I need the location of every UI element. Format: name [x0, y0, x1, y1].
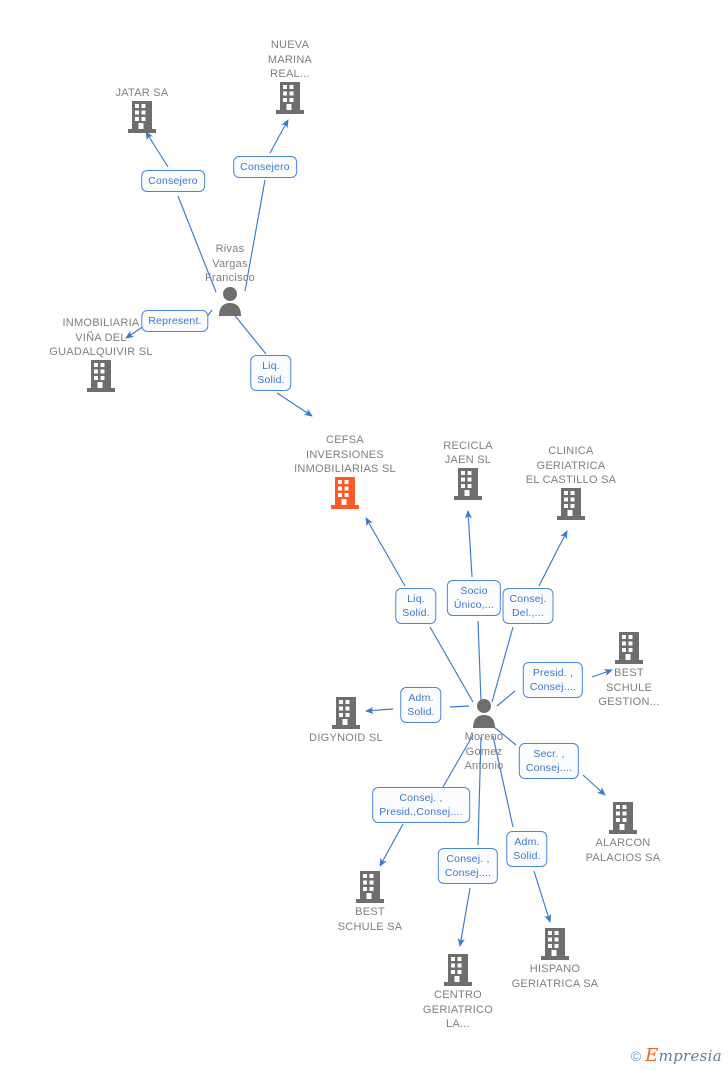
node-label-alarcon: ALARCON PALACIOS SA	[585, 837, 661, 864]
node-label-inmobiliaria: INMOBILIARIA VIÑA DEL GUADALQUIVIR SL	[49, 317, 153, 359]
brand-rest: mpresia	[658, 1047, 722, 1065]
person-icon-wrap[interactable]	[216, 286, 244, 316]
diagram-canvas: JATAR SA NUEVA MARINA REAL... Rivas Vargas…	[0, 0, 728, 1070]
edge-moreno-to-clinica	[491, 626, 514, 703]
company-building-icon	[356, 871, 384, 903]
edge-rivas-to-jatar	[145, 131, 169, 168]
node-label-hispano: HISPANO GERIATRICA SA	[511, 963, 599, 990]
edge-moreno-to-hispano	[533, 870, 552, 923]
company-building-icon	[332, 697, 360, 729]
company-building-icon	[557, 487, 585, 520]
brand-initial: E	[645, 1045, 659, 1066]
node-label-best_gestion: BEST SCHULE GESTION...	[598, 667, 660, 709]
node-label-digynoid: DIGYNOID SL	[309, 732, 383, 744]
node-label-recicla: RECICLA JAEN SL	[443, 439, 493, 467]
graph-node-cefsa[interactable]: CEFSA INVERSIONES INMOBILIARIAS SL	[285, 433, 405, 509]
edge-label-moreno-to-digynoid[interactable]: Adm. Solid.	[400, 687, 442, 723]
node-label-best_schule: BEST SCHULE SA	[337, 906, 403, 933]
person-icon	[219, 286, 241, 316]
edge-moreno-to-centro	[457, 887, 471, 947]
person-icon	[473, 699, 495, 728]
graph-node-best_schule[interactable]: BEST SCHULE SA	[310, 871, 430, 934]
copyright-icon: ©	[630, 1047, 642, 1064]
edge-label-rivas-to-cefsa[interactable]: Liq. Solid.	[250, 355, 292, 391]
edge-label-moreno-to-alarcon[interactable]: Secr. , Consej....	[518, 743, 580, 779]
node-label-clinica: CLINICA GERIATRICA EL CASTILLO SA	[525, 445, 617, 487]
building-icon-wrap[interactable]	[276, 81, 304, 114]
company-building-icon	[87, 359, 115, 392]
edge-label-moreno-to-clinica[interactable]: Consej. Del.,...	[502, 588, 554, 624]
graph-node-jatar[interactable]: JATAR SA	[82, 86, 202, 133]
edge-label-rivas-to-nueva_marina[interactable]: Consejero	[233, 156, 297, 178]
building-icon-wrap[interactable]	[128, 100, 156, 133]
graph-node-nueva_marina[interactable]: NUEVA MARINA REAL...	[230, 38, 350, 114]
company-building-icon	[609, 802, 637, 834]
edge-label-moreno-to-centro[interactable]: Consej. , Consej....	[437, 848, 499, 884]
edge-moreno-to-clinica	[538, 530, 568, 587]
graph-node-rivas[interactable]: Rivas Vargas Francisco	[170, 242, 290, 316]
edge-label-rivas-to-jatar[interactable]: Consejero	[141, 170, 205, 192]
watermark: © Empresia	[631, 1045, 722, 1066]
node-label-cefsa: CEFSA INVERSIONES INMOBILIARIAS SL	[294, 434, 396, 476]
edge-moreno-to-cefsa	[365, 517, 406, 587]
edge-rivas-to-nueva_marina	[269, 119, 289, 154]
brand-name: Empresia	[645, 1045, 722, 1066]
node-label-jatar: JATAR SA	[115, 87, 169, 100]
building-icon-wrap[interactable]	[356, 871, 384, 903]
building-icon-wrap[interactable]	[444, 954, 472, 986]
graph-node-digynoid[interactable]: DIGYNOID SL	[286, 697, 406, 746]
building-icon-wrap[interactable]	[331, 476, 359, 509]
graph-node-best_gestion[interactable]: BEST SCHULE GESTION...	[569, 632, 689, 710]
graph-node-clinica[interactable]: CLINICA GERIATRICA EL CASTILLO SA	[511, 444, 631, 520]
building-icon-wrap[interactable]	[541, 928, 569, 960]
graph-node-recicla[interactable]: RECICLA JAEN SL	[408, 439, 528, 500]
node-label-centro: CENTRO GERIATRICO LA...	[422, 989, 494, 1031]
edge-label-rivas-to-inmobiliaria[interactable]: Represent.	[141, 310, 209, 332]
edge-moreno-to-alarcon	[582, 774, 606, 796]
company-building-icon	[276, 81, 304, 114]
edge-moreno-to-recicla	[464, 510, 473, 578]
company-building-icon	[541, 928, 569, 960]
building-icon-wrap[interactable]	[557, 487, 585, 520]
edge-label-moreno-to-hispano[interactable]: Adm. Solid.	[506, 831, 548, 867]
edge-rivas-to-cefsa	[276, 392, 313, 417]
edge-label-moreno-to-recicla[interactable]: Socio Único,...	[446, 580, 502, 616]
company-building-icon	[615, 632, 643, 664]
building-icon-wrap[interactable]	[615, 632, 643, 664]
edge-rivas-to-cefsa	[231, 311, 267, 355]
node-label-moreno: Moreno Gomez Antonio	[464, 731, 504, 773]
company-building-icon	[454, 467, 482, 500]
company-building-icon	[444, 954, 472, 986]
graph-node-alarcon[interactable]: ALARCON PALACIOS SA	[563, 802, 683, 865]
edge-moreno-to-recicla	[477, 620, 482, 703]
edge-moreno-to-best_schule	[379, 823, 404, 867]
edge-label-moreno-to-cefsa[interactable]: Liq. Solid.	[395, 588, 437, 624]
person-icon-wrap[interactable]	[470, 698, 498, 728]
building-icon-wrap[interactable]	[609, 802, 637, 834]
edge-label-moreno-to-best_schule[interactable]: Consej. , Presid.,Consej....	[372, 787, 470, 823]
building-icon-wrap[interactable]	[87, 359, 115, 392]
node-label-nueva_marina: NUEVA MARINA REAL...	[267, 39, 313, 81]
company-building-icon	[331, 476, 359, 509]
company-building-icon	[128, 100, 156, 133]
building-icon-wrap[interactable]	[454, 467, 482, 500]
node-label-rivas: Rivas Vargas Francisco	[205, 243, 255, 285]
edge-label-moreno-to-best_gestion[interactable]: Presid. , Consej....	[522, 662, 584, 698]
graph-node-centro[interactable]: CENTRO GERIATRICO LA...	[398, 954, 518, 1032]
building-icon-wrap[interactable]	[332, 697, 360, 729]
